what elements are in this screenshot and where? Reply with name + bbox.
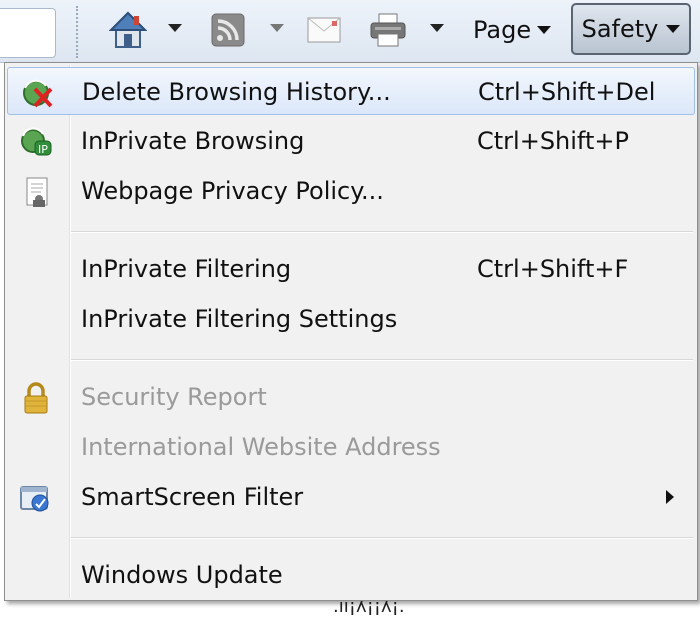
page-menu-button[interactable]: Page	[473, 0, 552, 60]
inprivate-icon: IP	[21, 127, 52, 156]
feeds-dropdown-arrow[interactable]	[270, 24, 284, 32]
menu-item-webpage-privacy-policy[interactable]: Webpage Privacy Policy...	[7, 167, 695, 215]
menu-item-international-website-address: International Website Address	[7, 423, 695, 471]
home-dropdown-arrow[interactable]	[168, 24, 182, 32]
menu-item-label: Delete Browsing History...	[82, 78, 391, 106]
menu-item-label: Webpage Privacy Policy...	[81, 177, 384, 205]
feeds-button[interactable]	[206, 6, 250, 54]
menu-item-label: InPrivate Filtering	[81, 255, 292, 283]
home-icon	[109, 11, 147, 48]
menu-item-inprivate-filtering-settings[interactable]: InPrivate Filtering Settings	[7, 295, 695, 343]
menu-item-label: InPrivate Filtering Settings	[81, 305, 398, 333]
submenu-arrow-icon	[666, 490, 674, 504]
delete-history-icon	[23, 79, 53, 108]
chevron-down-icon	[537, 26, 552, 34]
menu-separator	[71, 231, 693, 233]
menu-item-label: Windows Update	[81, 561, 283, 589]
privacy-policy-icon	[26, 177, 48, 207]
menu-separator	[71, 359, 693, 361]
menu-item-smartscreen-filter[interactable]: SmartScreen Filter	[7, 473, 695, 521]
menu-item-label: InPrivate Browsing	[81, 127, 305, 155]
menu-item-shortcut: Ctrl+Shift+F	[477, 255, 629, 283]
menu-item-delete-browsing-history[interactable]: Delete Browsing History... Ctrl+Shift+De…	[7, 67, 695, 115]
menu-item-shortcut: Ctrl+Shift+P	[477, 127, 629, 155]
menu-item-label: Security Report	[81, 383, 267, 411]
command-bar: Page Safety	[0, 0, 700, 63]
menu-item-inprivate-filtering[interactable]: InPrivate Filtering Ctrl+Shift+F	[7, 245, 695, 293]
menu-item-shortcut: Ctrl+Shift+Del	[478, 78, 656, 106]
print-dropdown-arrow[interactable]	[430, 24, 444, 32]
lock-icon	[24, 382, 48, 414]
menu-item-label: International Website Address	[81, 433, 441, 461]
smartscreen-icon	[20, 486, 49, 512]
chevron-down-icon	[666, 25, 681, 33]
mail-icon	[307, 17, 341, 43]
menu-item-inprivate-browsing[interactable]: IP InPrivate Browsing Ctrl+Shift+P	[7, 117, 695, 165]
safety-dropdown-menu: Delete Browsing History... Ctrl+Shift+De…	[4, 62, 698, 601]
svg-text:IP: IP	[38, 143, 48, 156]
read-mail-button[interactable]	[302, 6, 346, 54]
print-icon	[370, 13, 406, 47]
menu-item-security-report: Security Report	[7, 373, 695, 421]
safety-menu-label: Safety	[581, 15, 659, 43]
home-button[interactable]	[106, 6, 150, 54]
rss-feed-icon	[211, 13, 245, 47]
print-button[interactable]	[366, 6, 410, 54]
address-box-edge[interactable]	[0, 8, 56, 58]
menu-item-windows-update[interactable]: Windows Update	[7, 551, 695, 599]
page-menu-label: Page	[473, 16, 532, 44]
menu-separator	[71, 537, 693, 539]
menu-item-label: SmartScreen Filter	[81, 483, 304, 511]
safety-menu-button[interactable]: Safety	[571, 3, 691, 55]
toolbar-grip[interactable]	[76, 6, 78, 58]
